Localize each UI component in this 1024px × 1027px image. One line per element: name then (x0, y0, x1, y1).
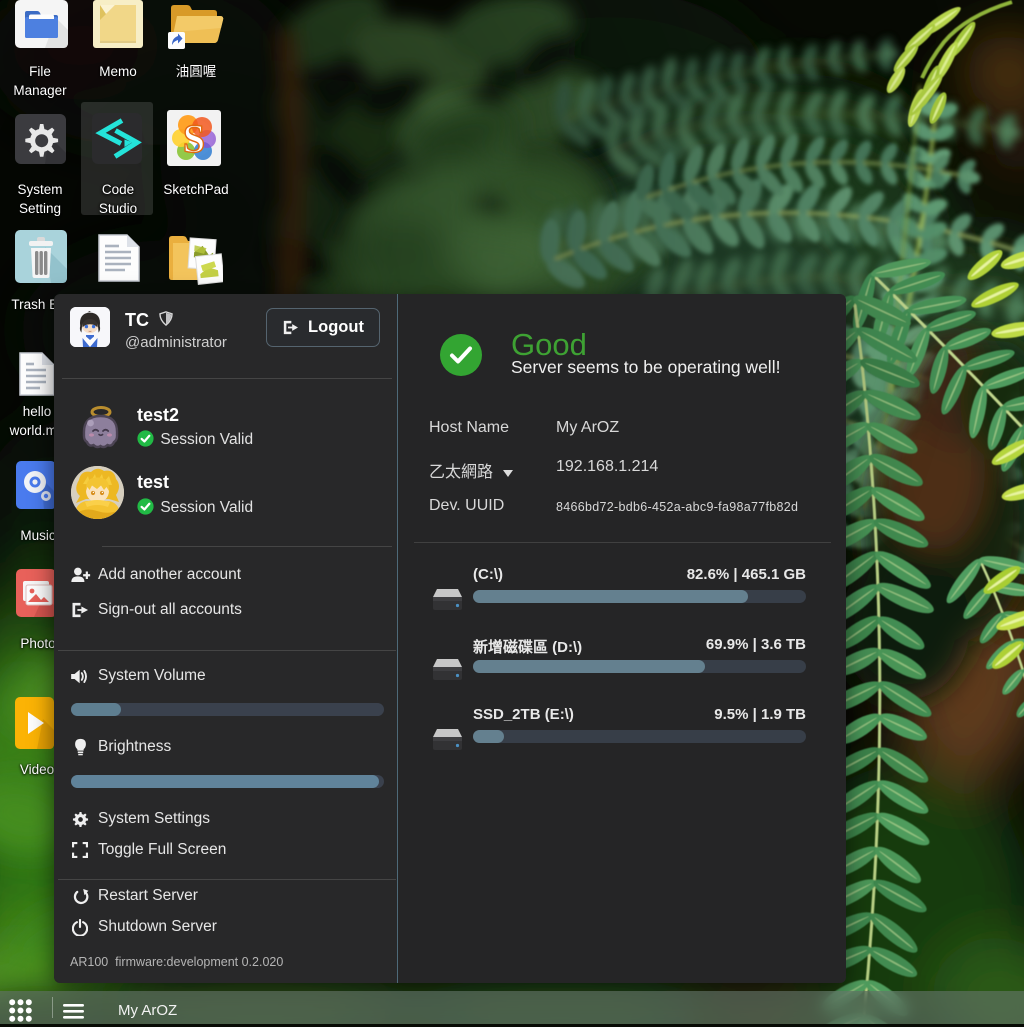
svg-text:S: S (183, 116, 205, 161)
